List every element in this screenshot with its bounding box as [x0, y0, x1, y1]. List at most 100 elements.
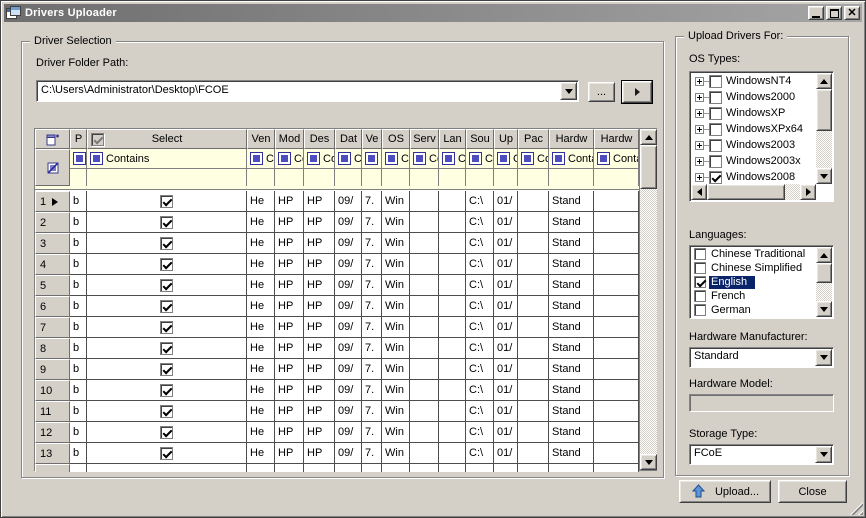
filter-operator-icon[interactable]: [90, 152, 103, 165]
os-types-tree[interactable]: WindowsNT4Windows2000WindowsXPWindowsXPx…: [689, 71, 834, 202]
cell-serv-8[interactable]: [410, 233, 439, 254]
row-selector-5[interactable]: 5: [35, 275, 70, 296]
filter-input-cell[interactable]: [304, 169, 335, 186]
maximize-button[interactable]: [826, 6, 842, 20]
cell-sou-10[interactable]: C:\: [466, 338, 494, 359]
cell-os-7[interactable]: Win: [382, 296, 410, 317]
cell-pac-12[interactable]: [518, 359, 549, 380]
filter-cell-serv-8[interactable]: Contains: [410, 149, 439, 169]
row-select-checkbox[interactable]: [160, 216, 173, 229]
cell-select[interactable]: [87, 317, 247, 338]
cell-hardw-13[interactable]: Stand: [549, 275, 594, 296]
cell-ve-6[interactable]: 7.: [362, 380, 382, 401]
expand-plus-icon[interactable]: [695, 77, 704, 86]
driver-folder-path-combobox[interactable]: C:\Users\Administrator\Desktop\FCOE: [36, 80, 579, 102]
row-selector-1[interactable]: 1: [35, 191, 70, 212]
cell-lan-9[interactable]: [439, 359, 466, 380]
cell-lan-9[interactable]: [439, 380, 466, 401]
filter-input-cell[interactable]: [70, 169, 87, 186]
filter-input-cell[interactable]: [439, 169, 466, 186]
cell-pac-12[interactable]: [518, 254, 549, 275]
filter-operator-icon[interactable]: [413, 152, 426, 165]
cell-serv-8[interactable]: [410, 422, 439, 443]
cell-up-11[interactable]: 01/: [494, 422, 518, 443]
language-checkbox[interactable]: [694, 276, 706, 288]
cell-hardw-14[interactable]: [594, 359, 639, 380]
cell-up-11[interactable]: 01/: [494, 443, 518, 464]
cell-ven-2[interactable]: He: [247, 401, 275, 422]
hardware-manufacturer-dropdown-button[interactable]: [815, 349, 832, 366]
expand-plus-icon[interactable]: [695, 173, 704, 182]
cell-dat-5[interactable]: 09/: [335, 275, 362, 296]
cell-dat-5[interactable]: 09/: [335, 422, 362, 443]
row-selector-4[interactable]: 4: [35, 254, 70, 275]
scrollbar-thumb[interactable]: [816, 89, 832, 131]
cell-ve-6[interactable]: 7.: [362, 359, 382, 380]
scroll-up-button[interactable]: [816, 247, 832, 263]
upload-button[interactable]: Upload...: [679, 480, 771, 503]
cell-ve-6[interactable]: 7.: [362, 191, 382, 212]
os-types-vertical-scrollbar[interactable]: [816, 73, 832, 184]
cell-up-11[interactable]: 01/: [494, 380, 518, 401]
cell-hardw-14[interactable]: [594, 380, 639, 401]
cell-p[interactable]: b: [70, 233, 87, 254]
filter-operator-icon[interactable]: [469, 152, 482, 165]
filter-cell-lan-9[interactable]: Contains: [439, 149, 466, 169]
cell-sou-10[interactable]: C:\: [466, 359, 494, 380]
filter-cell-up-11[interactable]: Contains: [494, 149, 518, 169]
language-checkbox[interactable]: [694, 304, 706, 316]
column-header-pac-12[interactable]: Pac: [518, 129, 549, 149]
table-row[interactable]: 7bHeHPHP09/7.WinC:\01/Stand: [35, 317, 639, 338]
table-row[interactable]: 8bHeHPHP09/7.WinC:\01/Stand: [35, 338, 639, 359]
cell-ven-2[interactable]: He: [247, 233, 275, 254]
expand-plus-icon[interactable]: [695, 93, 704, 102]
cell-up-11[interactable]: 01/: [494, 275, 518, 296]
filter-operator-icon[interactable]: [278, 152, 291, 165]
select-all-checkbox[interactable]: [91, 133, 104, 146]
filter-input-cell[interactable]: [87, 169, 247, 186]
filter-input-cell[interactable]: [494, 169, 518, 186]
cell-dat-5[interactable]: 09/: [335, 254, 362, 275]
os-type-item-windowsxpx64[interactable]: WindowsXPx64: [691, 121, 816, 137]
os-type-checkbox[interactable]: [709, 91, 722, 104]
cell-hardw-14[interactable]: [594, 401, 639, 422]
cell-lan-9[interactable]: [439, 296, 466, 317]
filter-cell-ven-2[interactable]: Contains: [247, 149, 275, 169]
cell-lan-9[interactable]: [439, 254, 466, 275]
cell-dat-5[interactable]: 09/: [335, 317, 362, 338]
cell-mod-3[interactable]: HP: [275, 317, 304, 338]
cell-hardw-14[interactable]: [594, 338, 639, 359]
cell-hardw-13[interactable]: Stand: [549, 212, 594, 233]
cell-serv-8[interactable]: [410, 338, 439, 359]
languages-list[interactable]: Chinese TraditionalChinese SimplifiedEng…: [689, 245, 834, 319]
cell-hardw-14[interactable]: [594, 422, 639, 443]
cell-sou-10[interactable]: C:\: [466, 275, 494, 296]
drivers-grid[interactable]: PSelectVenModDesDatVeOSServLanSouUpPacHa…: [34, 128, 657, 471]
language-checkbox[interactable]: [694, 262, 706, 274]
os-type-checkbox[interactable]: [709, 107, 722, 120]
cell-mod-3[interactable]: HP: [275, 359, 304, 380]
row-select-checkbox[interactable]: [160, 384, 173, 397]
cell-hardw-14[interactable]: [594, 254, 639, 275]
language-item-english[interactable]: English: [691, 275, 816, 289]
row-select-checkbox[interactable]: [160, 342, 173, 355]
filter-cell-p-0[interactable]: Contains: [70, 149, 87, 169]
os-type-checkbox[interactable]: [709, 75, 722, 88]
cell-des-4[interactable]: HP: [304, 422, 335, 443]
cell-ven-2[interactable]: He: [247, 275, 275, 296]
cell-ven-2[interactable]: He: [247, 380, 275, 401]
cell-mod-3[interactable]: HP: [275, 401, 304, 422]
filter-cell-hardw-14[interactable]: Contains: [594, 149, 639, 169]
cell-select[interactable]: [87, 401, 247, 422]
cell-mod-3[interactable]: HP: [275, 275, 304, 296]
cell-serv-8[interactable]: [410, 275, 439, 296]
filter-cell-dat-5[interactable]: Contains: [335, 149, 362, 169]
row-selector-7[interactable]: 7: [35, 317, 70, 338]
row-select-checkbox[interactable]: [160, 237, 173, 250]
table-row[interactable]: 9bHeHPHP09/7.WinC:\01/Stand: [35, 359, 639, 380]
minimize-button[interactable]: [808, 6, 824, 20]
os-type-item-windows2000[interactable]: Windows2000: [691, 89, 816, 105]
row-select-checkbox[interactable]: [160, 258, 173, 271]
cell-dat-5[interactable]: 09/: [335, 191, 362, 212]
hardware-model-field[interactable]: [689, 394, 834, 412]
